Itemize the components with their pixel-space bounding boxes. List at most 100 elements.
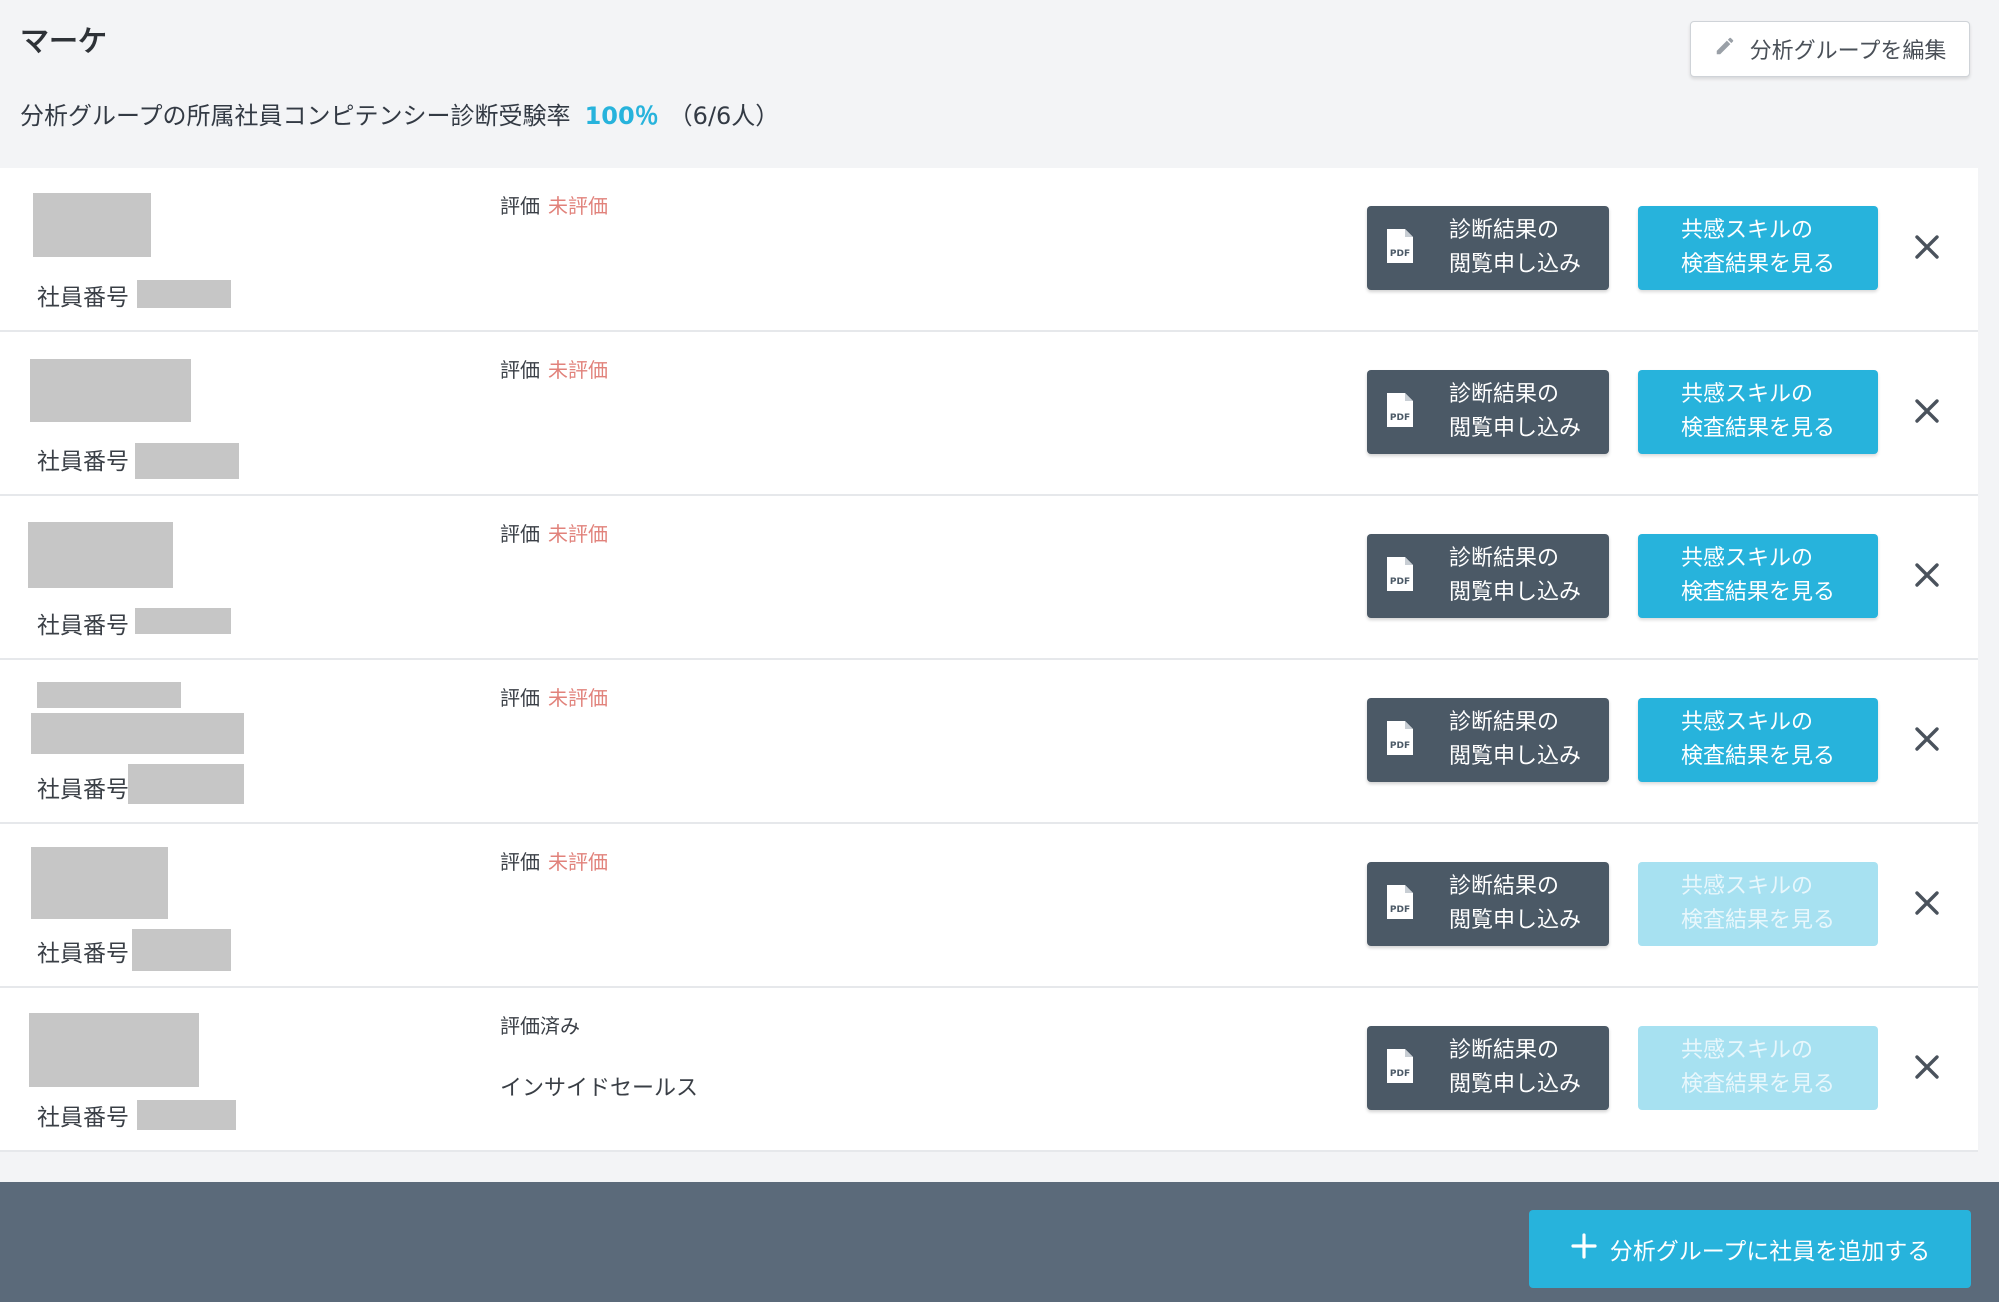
add-member-button[interactable]: 分析グループに社員を追加する <box>1529 1210 1971 1288</box>
pdf-file-icon: PDF <box>1385 555 1415 597</box>
evaluation: 評価 未評価 <box>500 682 608 711</box>
evaluation-status: 未評価 <box>548 194 608 218</box>
redacted-name <box>33 193 151 257</box>
request-diagnosis-label: 診断結果の 閲覧申し込み <box>1449 382 1582 441</box>
view-empathy-skill-button[interactable]: 共感スキルの 検査結果を見る <box>1638 534 1878 618</box>
redacted-employee-number <box>135 608 231 634</box>
plus-icon <box>1570 1232 1598 1266</box>
member-list: 社員番号 評価 未評価 PDF 診断結果の 閲覧申し込み 共感スキルの 検査結果を… <box>0 168 1978 1152</box>
request-diagnosis-pdf-button[interactable]: PDF 診断結果の 閲覧申し込み <box>1367 206 1609 290</box>
footer-bar: 分析グループに社員を追加する <box>0 1182 1999 1302</box>
edit-group-button[interactable]: 分析グループを編集 <box>1690 21 1970 77</box>
member-row: 社員番号 評価済み インサイドセールス PDF 診断結果の 閲覧申し込み 共感ス… <box>0 988 1978 1152</box>
group-title: マーケ <box>20 24 108 58</box>
evaluation-label: 評価 <box>500 358 540 382</box>
redacted-employee-number <box>135 443 239 479</box>
evaluation-label: 評価 <box>500 522 540 546</box>
redacted-employee-number <box>128 764 244 804</box>
pdf-file-icon: PDF <box>1385 227 1415 269</box>
evaluation-status: 未評価 <box>548 686 608 710</box>
department: インサイドセールス <box>500 1076 699 1101</box>
redacted-name <box>30 359 191 422</box>
view-empathy-skill-button[interactable]: 共感スキルの 検査結果を見る <box>1638 206 1878 290</box>
employee-number-label: 社員番号 <box>37 777 129 803</box>
svg-text:PDF: PDF <box>1390 1069 1410 1079</box>
view-empathy-skill-label: 共感スキルの 検査結果を見る <box>1680 1038 1835 1097</box>
svg-text:PDF: PDF <box>1390 741 1410 751</box>
pencil-icon <box>1714 35 1736 63</box>
request-diagnosis-pdf-button[interactable]: PDF 診断結果の 閲覧申し込み <box>1367 370 1609 454</box>
evaluation-status: 未評価 <box>548 358 608 382</box>
evaluation-label: 評価 <box>500 850 540 874</box>
request-diagnosis-label: 診断結果の 閲覧申し込み <box>1449 874 1582 933</box>
request-diagnosis-label: 診断結果の 閲覧申し込み <box>1449 1038 1582 1097</box>
request-diagnosis-pdf-button[interactable]: PDF 診断結果の 閲覧申し込み <box>1367 534 1609 618</box>
evaluation: 評価済み <box>500 1010 580 1039</box>
evaluation-status: 未評価 <box>548 522 608 546</box>
redacted-furigana <box>37 682 181 708</box>
employee-number-label: 社員番号 <box>37 613 129 639</box>
evaluation-label: 評価 <box>500 686 540 710</box>
evaluation-status: 未評価 <box>548 850 608 874</box>
request-diagnosis-label: 診断結果の 閲覧申し込み <box>1449 218 1582 277</box>
member-row: 社員番号 評価 未評価 PDF 診断結果の 閲覧申し込み 共感スキルの 検査結果を… <box>0 660 1978 824</box>
close-icon <box>1914 726 1940 756</box>
view-empathy-skill-label: 共感スキルの 検査結果を見る <box>1680 382 1835 441</box>
member-row: 社員番号 評価 未評価 PDF 診断結果の 閲覧申し込み 共感スキルの 検査結果を… <box>0 332 1978 496</box>
view-empathy-skill-button[interactable]: 共感スキルの 検査結果を見る <box>1638 698 1878 782</box>
list-scrollbar[interactable] <box>1978 168 1999 1152</box>
redacted-name <box>31 713 244 754</box>
svg-text:PDF: PDF <box>1390 905 1410 915</box>
view-empathy-skill-label: 共感スキルの 検査結果を見る <box>1680 546 1835 605</box>
add-member-label: 分析グループに社員を追加する <box>1609 1239 1931 1265</box>
remove-member-button[interactable] <box>1910 888 1944 922</box>
svg-text:PDF: PDF <box>1390 249 1410 259</box>
close-icon <box>1914 562 1940 592</box>
view-empathy-skill-button[interactable]: 共感スキルの 検査結果を見る <box>1638 370 1878 454</box>
evaluation: 評価 未評価 <box>500 190 608 219</box>
request-diagnosis-pdf-button[interactable]: PDF 診断結果の 閲覧申し込み <box>1367 1026 1609 1110</box>
redacted-name <box>28 522 173 588</box>
request-diagnosis-label: 診断結果の 閲覧申し込み <box>1449 546 1582 605</box>
evaluation: 評価 未評価 <box>500 846 608 875</box>
request-diagnosis-pdf-button[interactable]: PDF 診断結果の 閲覧申し込み <box>1367 698 1609 782</box>
redacted-name <box>29 1013 199 1087</box>
remove-member-button[interactable] <box>1910 560 1944 594</box>
view-empathy-skill-button-disabled: 共感スキルの 検査結果を見る <box>1638 1026 1878 1110</box>
evaluation: 評価 未評価 <box>500 518 608 547</box>
request-diagnosis-label: 診断結果の 閲覧申し込み <box>1449 710 1582 769</box>
member-row: 社員番号 評価 未評価 PDF 診断結果の 閲覧申し込み 共感スキルの 検査結果を… <box>0 168 1978 332</box>
exam-rate-value: 100％ <box>584 102 659 130</box>
pdf-file-icon: PDF <box>1385 719 1415 761</box>
employee-number-label: 社員番号 <box>37 285 129 311</box>
pdf-file-icon: PDF <box>1385 883 1415 925</box>
view-empathy-skill-label: 共感スキルの 検査結果を見る <box>1680 710 1835 769</box>
evaluation-label: 評価 <box>500 194 540 218</box>
employee-number-label: 社員番号 <box>37 941 129 967</box>
exam-rate: 分析グループの所属社員コンピテンシー診断受験率 100％ （6/6人） <box>20 96 779 131</box>
close-icon <box>1914 1054 1940 1084</box>
view-empathy-skill-label: 共感スキルの 検査結果を見る <box>1680 874 1835 933</box>
employee-number-label: 社員番号 <box>37 1105 129 1131</box>
redacted-employee-number <box>137 1100 236 1130</box>
svg-text:PDF: PDF <box>1390 577 1410 587</box>
remove-member-button[interactable] <box>1910 232 1944 266</box>
redacted-employee-number <box>137 280 231 308</box>
close-icon <box>1914 398 1940 428</box>
employee-number-label: 社員番号 <box>37 449 129 475</box>
request-diagnosis-pdf-button[interactable]: PDF 診断結果の 閲覧申し込み <box>1367 862 1609 946</box>
group-header: マーケ 分析グループを編集 分析グループの所属社員コンピテンシー診断受験率 100… <box>0 0 1999 168</box>
evaluation-status: 評価済み <box>500 1014 580 1038</box>
remove-member-button[interactable] <box>1910 396 1944 430</box>
edit-group-label: 分析グループを編集 <box>1749 39 1947 64</box>
exam-rate-count: （6/6人） <box>668 102 780 130</box>
remove-member-button[interactable] <box>1910 1052 1944 1086</box>
pdf-file-icon: PDF <box>1385 1047 1415 1089</box>
remove-member-button[interactable] <box>1910 724 1944 758</box>
redacted-name <box>31 847 168 919</box>
member-row: 社員番号 評価 未評価 PDF 診断結果の 閲覧申し込み 共感スキルの 検査結果を… <box>0 496 1978 660</box>
close-icon <box>1914 234 1940 264</box>
evaluation: 評価 未評価 <box>500 354 608 383</box>
svg-text:PDF: PDF <box>1390 413 1410 423</box>
close-icon <box>1914 890 1940 920</box>
